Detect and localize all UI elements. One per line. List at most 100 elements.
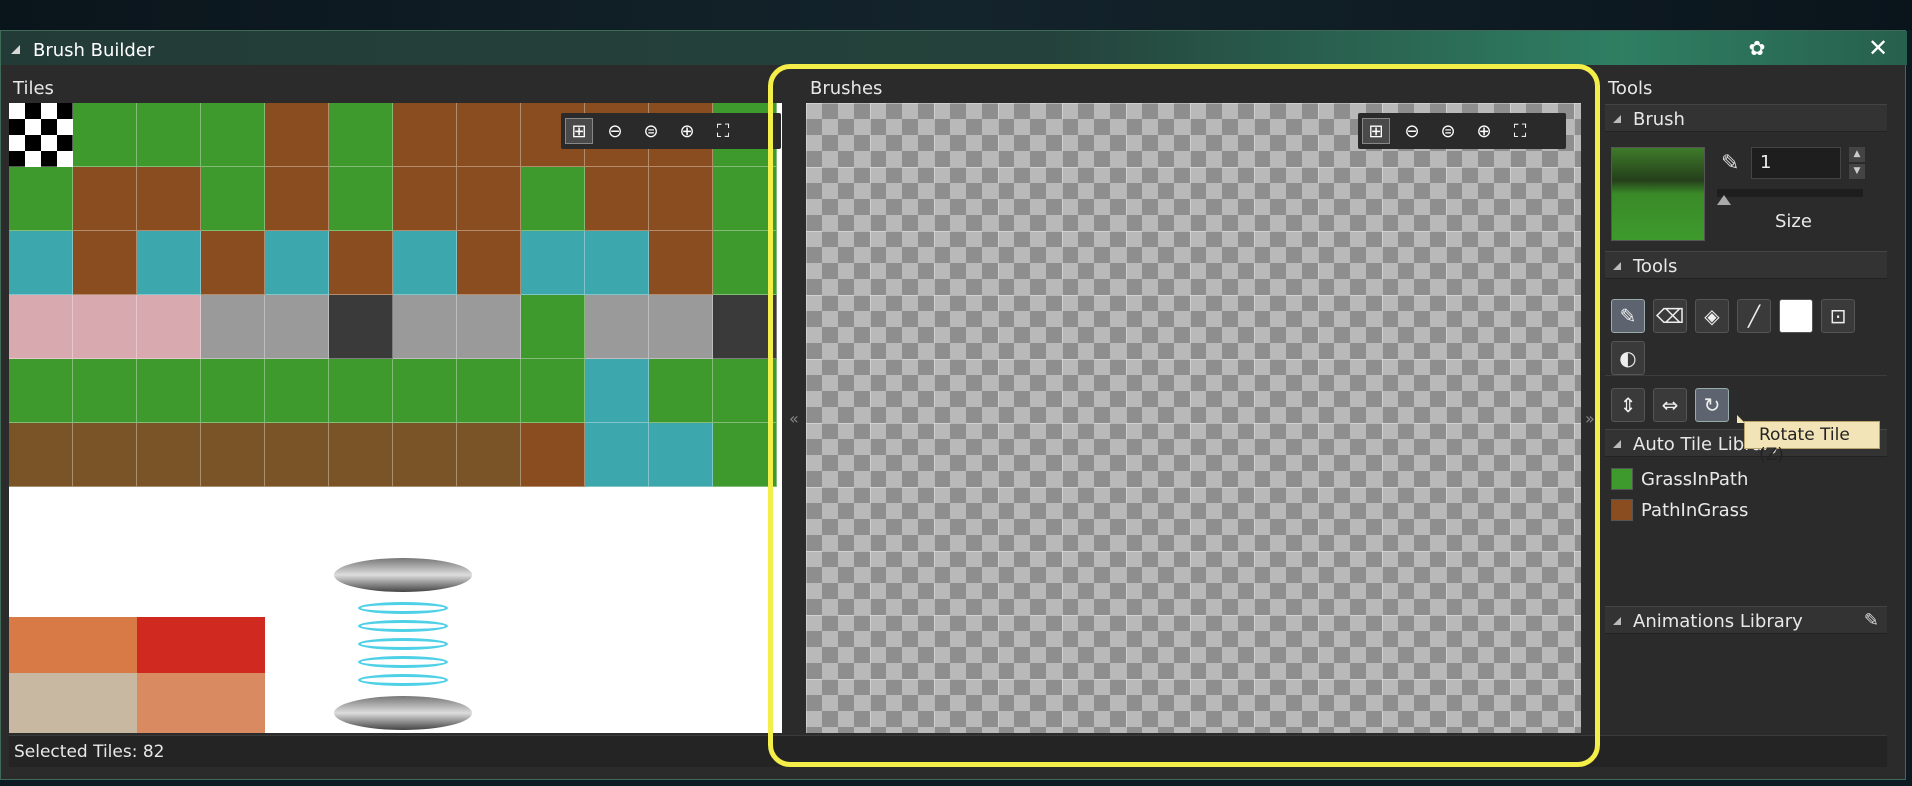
- tile[interactable]: [265, 359, 329, 423]
- tile[interactable]: [457, 359, 521, 423]
- tile[interactable]: [649, 231, 713, 295]
- tile[interactable]: [201, 103, 265, 167]
- tile[interactable]: [329, 423, 393, 487]
- tile[interactable]: [137, 231, 201, 295]
- tile[interactable]: [393, 295, 457, 359]
- pencil-tool[interactable]: ✎: [1611, 299, 1645, 333]
- tools-section-header[interactable]: Tools: [1605, 251, 1887, 279]
- tile[interactable]: [329, 103, 393, 167]
- tile[interactable]: [137, 103, 201, 167]
- brush-size-input[interactable]: 1: [1751, 147, 1841, 179]
- tile[interactable]: [585, 295, 649, 359]
- tile[interactable]: [457, 423, 521, 487]
- tile[interactable]: [265, 487, 329, 551]
- tile[interactable]: [329, 359, 393, 423]
- rectangle-tool[interactable]: [1779, 299, 1813, 333]
- tile[interactable]: [393, 487, 457, 551]
- tile[interactable]: [457, 487, 521, 551]
- tile[interactable]: [73, 103, 137, 167]
- tile[interactable]: [521, 423, 585, 487]
- tile[interactable]: [73, 487, 137, 551]
- zoom-out-icon[interactable]: ⊖: [601, 117, 629, 145]
- grid-icon[interactable]: ⊞: [565, 118, 593, 144]
- tile[interactable]: [265, 231, 329, 295]
- auto-tile-item[interactable]: GrassInPath: [1611, 467, 1748, 491]
- tiles-canvas[interactable]: ⊞ ⊖ ⊜ ⊕ ⛶: [9, 103, 782, 733]
- tile[interactable]: [73, 231, 137, 295]
- tile[interactable]: [201, 231, 265, 295]
- tile[interactable]: [201, 487, 265, 551]
- auto-tile-item[interactable]: PathInGrass: [1611, 498, 1748, 522]
- tile[interactable]: [9, 295, 73, 359]
- tile[interactable]: [265, 295, 329, 359]
- tile[interactable]: [393, 359, 457, 423]
- tile[interactable]: [9, 359, 73, 423]
- tile[interactable]: [585, 231, 649, 295]
- size-slider[interactable]: [1717, 189, 1863, 197]
- tile[interactable]: [585, 167, 649, 231]
- tile[interactable]: [457, 167, 521, 231]
- tile[interactable]: [521, 359, 585, 423]
- mirror-button[interactable]: ⇔: [1653, 388, 1687, 422]
- tile[interactable]: [329, 167, 393, 231]
- tile[interactable]: [9, 231, 73, 295]
- tile[interactable]: [585, 359, 649, 423]
- tile[interactable]: [137, 423, 201, 487]
- tile[interactable]: [393, 167, 457, 231]
- tile[interactable]: [329, 487, 393, 551]
- tile[interactable]: [649, 359, 713, 423]
- collapse-icon[interactable]: [11, 45, 20, 54]
- tile[interactable]: [73, 359, 137, 423]
- size-slider-knob[interactable]: [1717, 195, 1731, 205]
- spin-up-icon[interactable]: ▲: [1849, 147, 1865, 162]
- eraser-tool[interactable]: ⌫: [1653, 299, 1687, 333]
- tile[interactable]: [137, 295, 201, 359]
- tile[interactable]: [649, 487, 713, 551]
- tile[interactable]: [9, 423, 73, 487]
- close-button[interactable]: ✕: [1863, 35, 1893, 61]
- flip-vertical-button[interactable]: ⇕: [1611, 388, 1645, 422]
- tile[interactable]: [393, 231, 457, 295]
- zoom-in-icon[interactable]: ⊕: [673, 117, 701, 145]
- tile[interactable]: [201, 423, 265, 487]
- tile[interactable]: [73, 167, 137, 231]
- select-tool[interactable]: ⊡: [1821, 299, 1855, 333]
- tile[interactable]: [521, 487, 585, 551]
- rotate-tile-button[interactable]: ↻: [1695, 388, 1729, 422]
- tile[interactable]: [201, 167, 265, 231]
- tile[interactable]: [649, 295, 713, 359]
- tile[interactable]: [521, 167, 585, 231]
- tile-grid[interactable]: [9, 103, 777, 551]
- tile[interactable]: [585, 423, 649, 487]
- tile[interactable]: [137, 167, 201, 231]
- magic-wand-tool[interactable]: ◐: [1611, 341, 1645, 375]
- tile[interactable]: [649, 167, 713, 231]
- spin-down-icon[interactable]: ▼: [1849, 164, 1865, 179]
- tile[interactable]: [9, 103, 73, 167]
- size-spinner[interactable]: ▲ ▼: [1849, 147, 1865, 179]
- tile[interactable]: [329, 295, 393, 359]
- zoom-reset-icon[interactable]: ⊜: [637, 117, 665, 145]
- tile[interactable]: [521, 295, 585, 359]
- tile[interactable]: [393, 423, 457, 487]
- tile[interactable]: [457, 103, 521, 167]
- tile[interactable]: [265, 167, 329, 231]
- animations-section-header[interactable]: Animations Library ✎: [1605, 606, 1887, 634]
- tile[interactable]: [137, 487, 201, 551]
- tile[interactable]: [649, 423, 713, 487]
- tile[interactable]: [393, 103, 457, 167]
- title-bar[interactable]: Brush Builder ✿ ✕: [1, 31, 1907, 65]
- tile[interactable]: [521, 231, 585, 295]
- fit-icon[interactable]: ⛶: [709, 117, 737, 145]
- tile[interactable]: [265, 423, 329, 487]
- tile[interactable]: [265, 103, 329, 167]
- tile[interactable]: [585, 487, 649, 551]
- tile[interactable]: [9, 487, 73, 551]
- line-tool[interactable]: ╱: [1737, 299, 1771, 333]
- tile[interactable]: [201, 359, 265, 423]
- tile[interactable]: [73, 295, 137, 359]
- tile[interactable]: [9, 167, 73, 231]
- tile[interactable]: [329, 231, 393, 295]
- edit-icon[interactable]: ✎: [1864, 610, 1879, 631]
- tile[interactable]: [73, 423, 137, 487]
